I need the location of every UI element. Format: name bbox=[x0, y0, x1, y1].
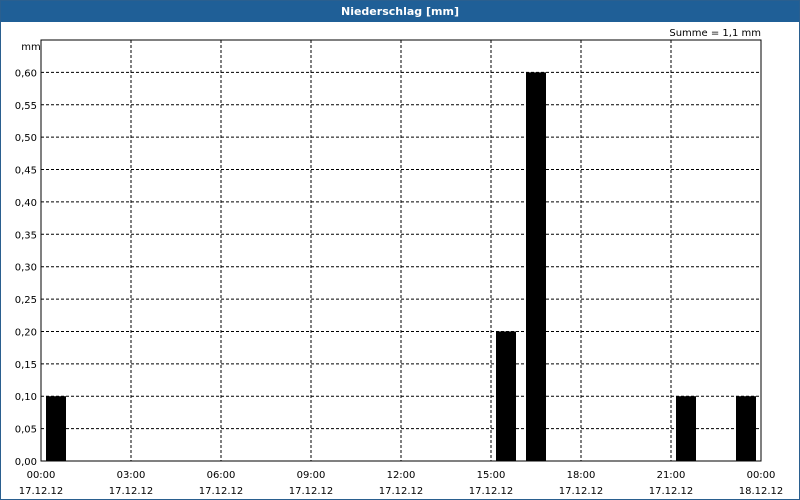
y-tick-label: 0,50 bbox=[15, 133, 37, 144]
x-tick-date: 17.12.12 bbox=[559, 486, 604, 497]
bar bbox=[676, 396, 696, 461]
x-tick-time: 18:00 bbox=[567, 470, 596, 481]
x-tick-time: 00:00 bbox=[747, 470, 776, 481]
x-tick-time: 03:00 bbox=[117, 470, 146, 481]
x-tick-date: 17.12.12 bbox=[379, 486, 424, 497]
y-tick-label: 0,60 bbox=[15, 68, 37, 79]
y-tick-label: 0,45 bbox=[15, 166, 37, 177]
y-tick-label: 0,30 bbox=[15, 263, 37, 274]
y-tick-label: 0,25 bbox=[15, 295, 37, 306]
y-axis-unit-label: mm bbox=[21, 42, 40, 53]
y-tick-label: 0,55 bbox=[15, 101, 37, 112]
y-tick-label: 0,10 bbox=[15, 392, 37, 403]
bar bbox=[526, 72, 546, 461]
x-tick-date: 17.12.12 bbox=[109, 486, 154, 497]
grid bbox=[41, 40, 761, 461]
x-tick-date: 17.12.12 bbox=[469, 486, 514, 497]
x-tick-time: 21:00 bbox=[657, 470, 686, 481]
y-tick-label: 0,35 bbox=[15, 230, 37, 241]
x-tick-time: 12:00 bbox=[387, 470, 416, 481]
x-tick-time: 09:00 bbox=[297, 470, 326, 481]
y-tick-label: 0,05 bbox=[15, 425, 37, 436]
y-tick-label: 0,40 bbox=[15, 198, 37, 209]
x-tick-date: 17.12.12 bbox=[649, 486, 694, 497]
y-tick-label: 0,00 bbox=[15, 457, 37, 468]
x-tick-time: 06:00 bbox=[207, 470, 236, 481]
chart-canvas: mm Summe = 1,1 mm 0,000,050,100,150,200,… bbox=[15, 28, 784, 497]
x-tick-labels: 00:00 17.12.12 03:00 17.12.12 06:00 17.12.12 0… bbox=[19, 470, 784, 497]
bar bbox=[736, 396, 756, 461]
y-tick-label: 0,20 bbox=[15, 327, 37, 338]
bar bbox=[496, 331, 516, 461]
x-tick-date: 17.12.12 bbox=[19, 486, 64, 497]
x-tick-time: 15:00 bbox=[477, 470, 506, 481]
y-tick-label: 0,15 bbox=[15, 360, 37, 371]
x-tick-time: 00:00 bbox=[27, 470, 56, 481]
y-tick-labels: 0,00 0,05 0,10 0,15 0,20 0,25 0,30 0,35 0,40 0,45… bbox=[15, 68, 37, 468]
x-tick-date: 18.12.12 bbox=[739, 486, 784, 497]
sum-label: Summe = 1,1 mm bbox=[669, 28, 761, 39]
x-tick-date: 17.12.12 bbox=[199, 486, 244, 497]
bar bbox=[46, 396, 66, 461]
x-tick-date: 17.12.12 bbox=[289, 486, 334, 497]
